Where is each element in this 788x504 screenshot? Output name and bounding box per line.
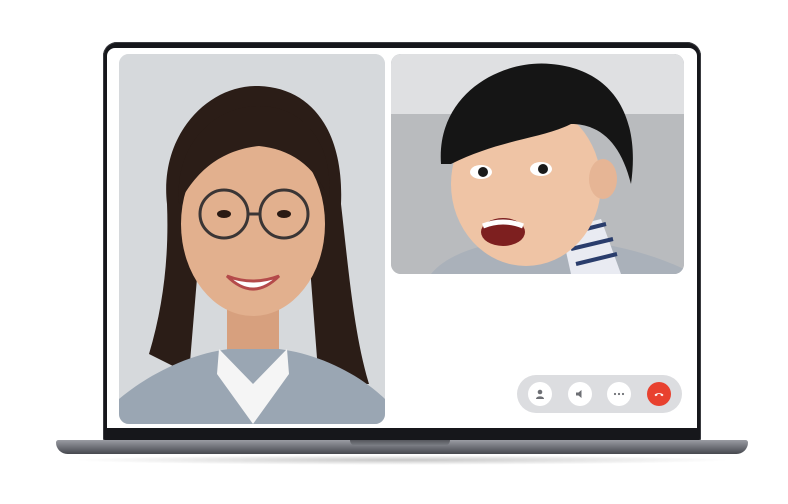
more-icon — [614, 392, 625, 396]
caller-video-tile[interactable] — [119, 54, 385, 424]
call-controls-bar — [517, 375, 682, 413]
callee-video-tile[interactable] — [391, 54, 684, 274]
end-call-button[interactable] — [646, 382, 671, 406]
boy-portrait — [391, 54, 684, 274]
woman-portrait — [119, 54, 385, 424]
more-button[interactable] — [607, 382, 632, 406]
speaker-button[interactable] — [567, 382, 592, 406]
laptop-shadow — [70, 455, 734, 465]
profile-button[interactable] — [528, 382, 552, 406]
hang-up-icon — [654, 393, 664, 397]
person-icon — [536, 389, 544, 399]
laptop-notch — [350, 440, 450, 446]
speaker-icon — [575, 390, 582, 398]
video-call-screen — [107, 48, 697, 428]
